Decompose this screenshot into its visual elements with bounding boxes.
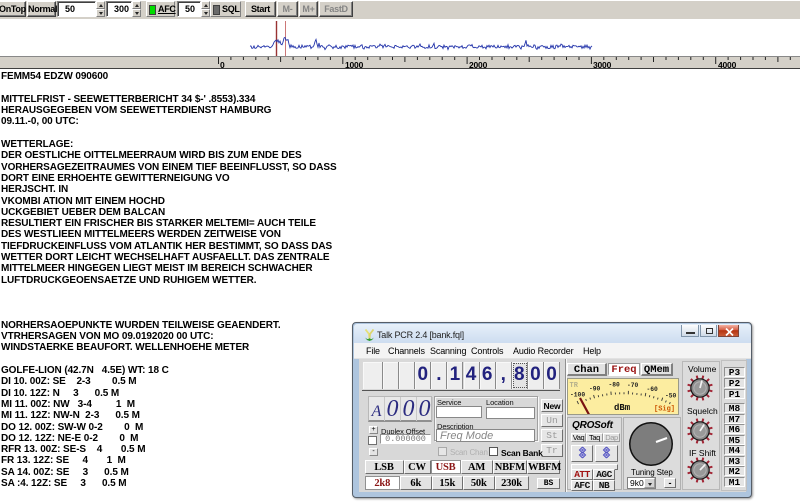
svg-text:-70: -70 xyxy=(627,382,639,389)
svg-text:-100: -100 xyxy=(570,392,585,399)
svg-text:-60: -60 xyxy=(647,386,659,393)
svg-text:-50: -50 xyxy=(665,393,677,400)
svg-text:dBm: dBm xyxy=(614,403,631,413)
svg-text:-90: -90 xyxy=(589,386,601,393)
svg-text:TR: TR xyxy=(570,382,579,390)
svg-text:[Sig]: [Sig] xyxy=(654,406,675,414)
svg-text:-80: -80 xyxy=(609,382,621,389)
